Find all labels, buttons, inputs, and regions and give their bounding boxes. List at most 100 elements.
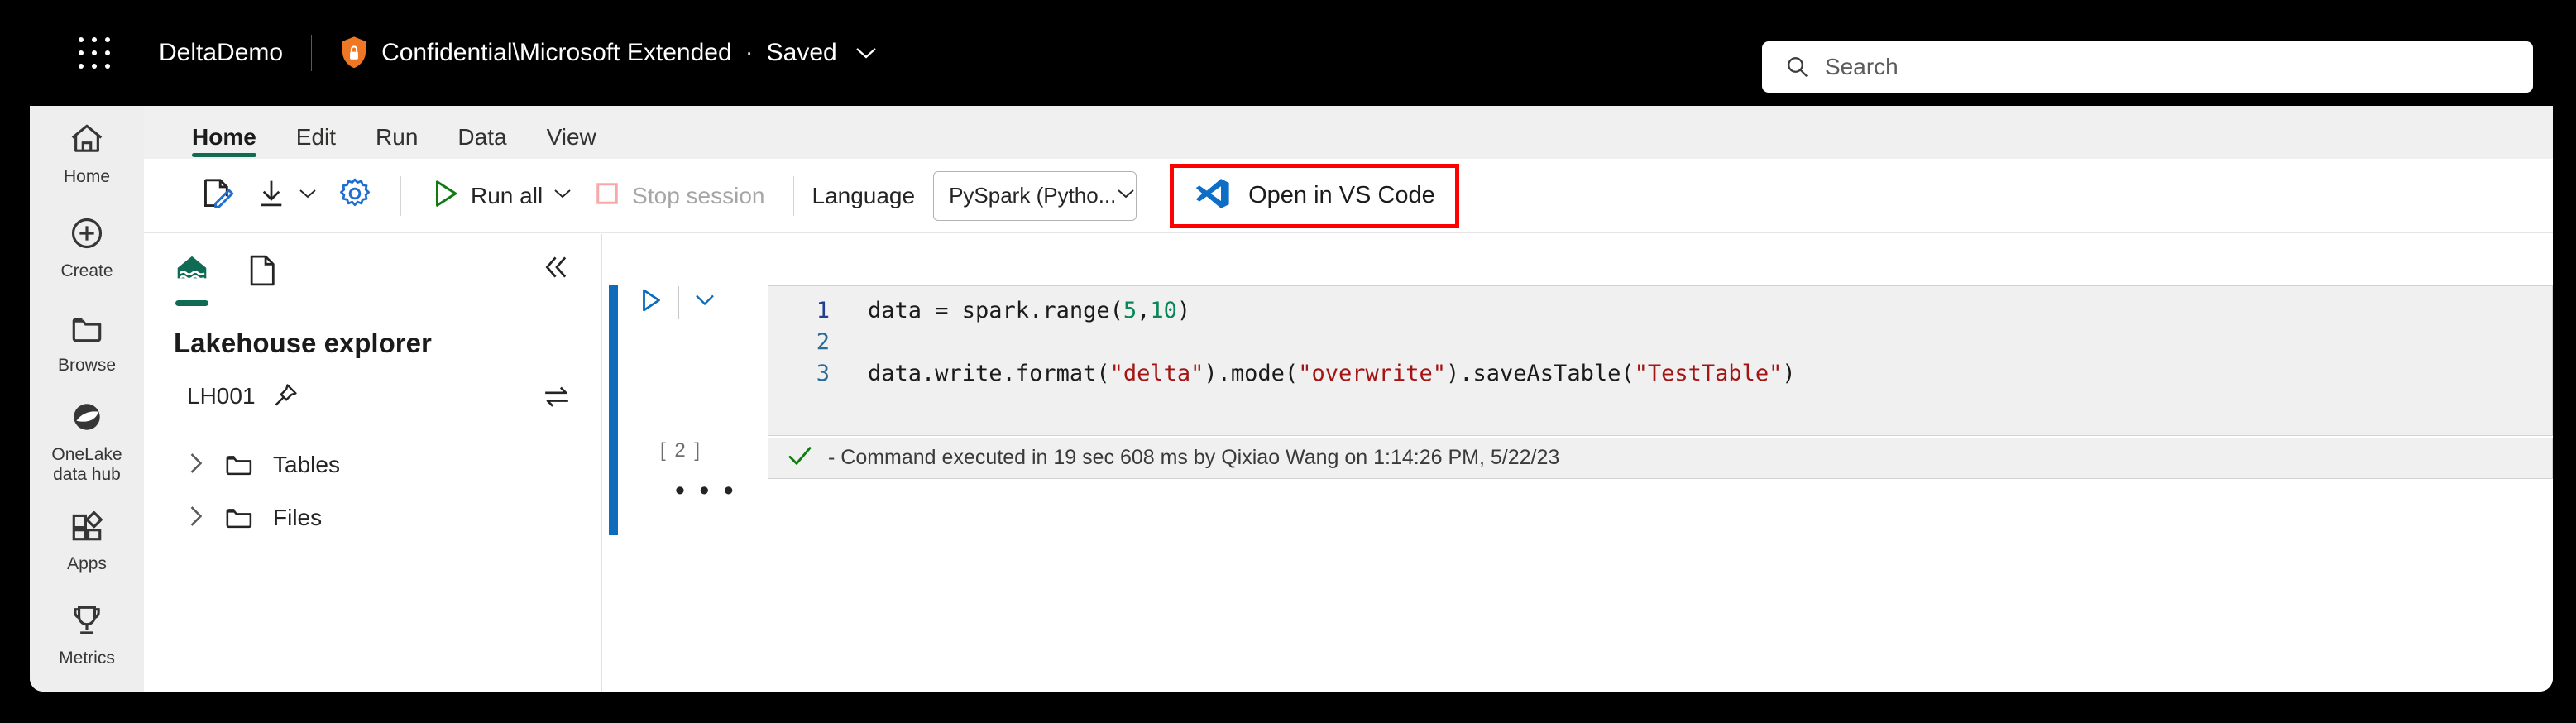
tab-view[interactable]: View	[527, 124, 616, 159]
tree-item-files[interactable]: Files	[144, 491, 601, 544]
notebook-canvas: [ 2 ] • • • 1 data = spark.range(5,10) 2…	[602, 234, 2553, 692]
sidebar-item-label: Home	[63, 166, 111, 186]
vscode-logo-icon	[1194, 175, 1230, 216]
chevron-down-icon[interactable]	[855, 46, 877, 60]
collapse-panel-button[interactable]	[542, 254, 572, 285]
chevron-double-left-icon	[542, 256, 572, 284]
sidebar-item-browse[interactable]: Browse	[30, 304, 144, 381]
gear-icon	[338, 176, 372, 215]
sidebar-item-label: Apps	[67, 554, 107, 574]
stop-square-icon	[592, 179, 622, 213]
explorer-tab-lakehouse[interactable]	[174, 252, 210, 306]
explorer-tab-strip	[144, 252, 601, 306]
lakehouse-tree: Tables Files	[144, 438, 601, 544]
line-number: 3	[816, 361, 830, 386]
notebook-title[interactable]: DeltaDemo	[159, 39, 283, 67]
run-all-button[interactable]: Run all	[419, 171, 582, 221]
tree-item-tables[interactable]: Tables	[144, 438, 601, 491]
checkmark-icon	[787, 443, 813, 472]
cell-execution-count: [ 2 ]	[660, 439, 702, 462]
save-state-label: Saved	[766, 39, 837, 66]
language-select[interactable]: PySpark (Pytho...	[933, 170, 1137, 221]
line-number: 2	[816, 329, 830, 355]
chevron-down-icon[interactable]	[298, 187, 318, 204]
tab-run[interactable]: Run	[356, 124, 438, 159]
header-separator: ·	[745, 39, 754, 66]
tab-data[interactable]: Data	[438, 124, 526, 159]
cell-selection-bar	[609, 285, 618, 535]
sensitivity-label[interactable]: Confidential\Microsoft Extended	[381, 39, 732, 67]
tab-edit[interactable]: Edit	[276, 124, 356, 159]
swap-arrows-icon[interactable]	[542, 382, 572, 410]
sidebar-item-metrics[interactable]: Metrics	[30, 597, 144, 673]
code-line: 2	[768, 329, 2552, 361]
sidebar-item-create[interactable]: Create	[30, 210, 144, 286]
play-triangle-icon	[429, 178, 461, 213]
code-line: 3 data.write.format("delta").mode("overw…	[768, 361, 2552, 392]
left-nav-rail: Home Create Browse OneLake data hub Apps…	[30, 106, 144, 692]
page-title: Lakehouse explorer	[174, 328, 432, 358]
cell-status-row: - Command executed in 19 sec 608 ms by Q…	[768, 438, 2553, 479]
apps-grid-icon	[69, 508, 105, 548]
pin-icon[interactable]	[271, 382, 299, 410]
sidebar-item-onelake-data-hub[interactable]: OneLake data hub	[30, 399, 144, 485]
plus-circle-icon	[69, 215, 105, 256]
download-icon	[255, 177, 288, 214]
lakehouse-selector-row[interactable]: LH001	[144, 359, 601, 410]
code-text: data.write.format("delta").mode("overwri…	[868, 361, 1796, 386]
tree-item-label: Files	[273, 505, 323, 530]
code-line: 1 data = spark.range(5,10)	[768, 298, 2552, 329]
document-icon	[247, 255, 280, 292]
ribbon-tab-strip: Home Edit Run Data View	[144, 106, 2553, 159]
lakehouse-house-water-icon	[174, 256, 210, 292]
folder-icon	[223, 449, 255, 481]
open-in-vs-code-button[interactable]: Open in VS Code	[1170, 163, 1459, 228]
settings-button[interactable]	[328, 171, 382, 221]
sidebar-item-home[interactable]: Home	[30, 116, 144, 192]
cell-more-options-button[interactable]: • • •	[675, 476, 737, 505]
toolbar-divider	[400, 175, 401, 216]
explorer-tab-documents[interactable]	[247, 252, 280, 306]
chevron-right-icon[interactable]	[187, 451, 205, 480]
folder-icon	[69, 309, 105, 350]
gutter-divider	[678, 285, 679, 319]
search-icon	[1785, 55, 1810, 79]
download-button[interactable]	[245, 171, 328, 221]
tab-home[interactable]: Home	[172, 124, 276, 159]
shield-lock-icon[interactable]	[340, 36, 370, 70]
trophy-icon	[69, 602, 105, 643]
lakehouse-explorer-panel: Lakehouse explorer LH001 Tables Files	[144, 234, 602, 692]
chevron-down-icon[interactable]	[553, 187, 572, 204]
search-input[interactable]: Search	[1762, 41, 2533, 93]
language-value: PySpark (Pytho...	[949, 183, 1117, 208]
onelake-icon	[69, 399, 105, 439]
toolbar-divider	[792, 175, 794, 216]
sidebar-item-label: Metrics	[59, 649, 115, 668]
run-cell-button[interactable]	[635, 285, 665, 319]
stop-session-label: Stop session	[632, 182, 765, 208]
chevron-right-icon[interactable]	[187, 504, 205, 533]
document-edit-icon	[200, 176, 235, 215]
home-icon	[69, 121, 105, 161]
search-placeholder: Search	[1825, 54, 1898, 79]
run-all-label: Run all	[471, 182, 543, 208]
stop-session-button[interactable]: Stop session	[582, 171, 774, 221]
header-divider	[311, 35, 313, 71]
sidebar-item-label: Browse	[57, 355, 117, 375]
sidebar-item-apps[interactable]: Apps	[30, 503, 144, 579]
app-launcher-icon[interactable]	[76, 35, 113, 71]
notebook-toolbar: Run all Stop session Language PySpark (P…	[144, 159, 2553, 233]
cell-gutter	[635, 285, 751, 319]
cell-collapse-chevron-icon[interactable]	[692, 292, 717, 313]
chevron-down-icon	[1116, 187, 1136, 204]
line-number: 1	[816, 298, 830, 323]
language-label: Language	[812, 182, 916, 208]
cell-status-text: - Command executed in 19 sec 608 ms by Q…	[828, 446, 1560, 469]
edit-notebook-button[interactable]	[190, 171, 245, 221]
fabric-notebook-app: DeltaDemo Confidential\Microsoft Extende…	[30, 0, 2553, 692]
lakehouse-name: LH001	[187, 383, 256, 409]
open-in-vs-code-label: Open in VS Code	[1248, 182, 1435, 208]
code-editor[interactable]: 1 data = spark.range(5,10) 2 3 data.writ…	[768, 285, 2553, 436]
tree-item-label: Tables	[273, 452, 340, 477]
sidebar-item-label: OneLake data hub	[51, 445, 122, 485]
